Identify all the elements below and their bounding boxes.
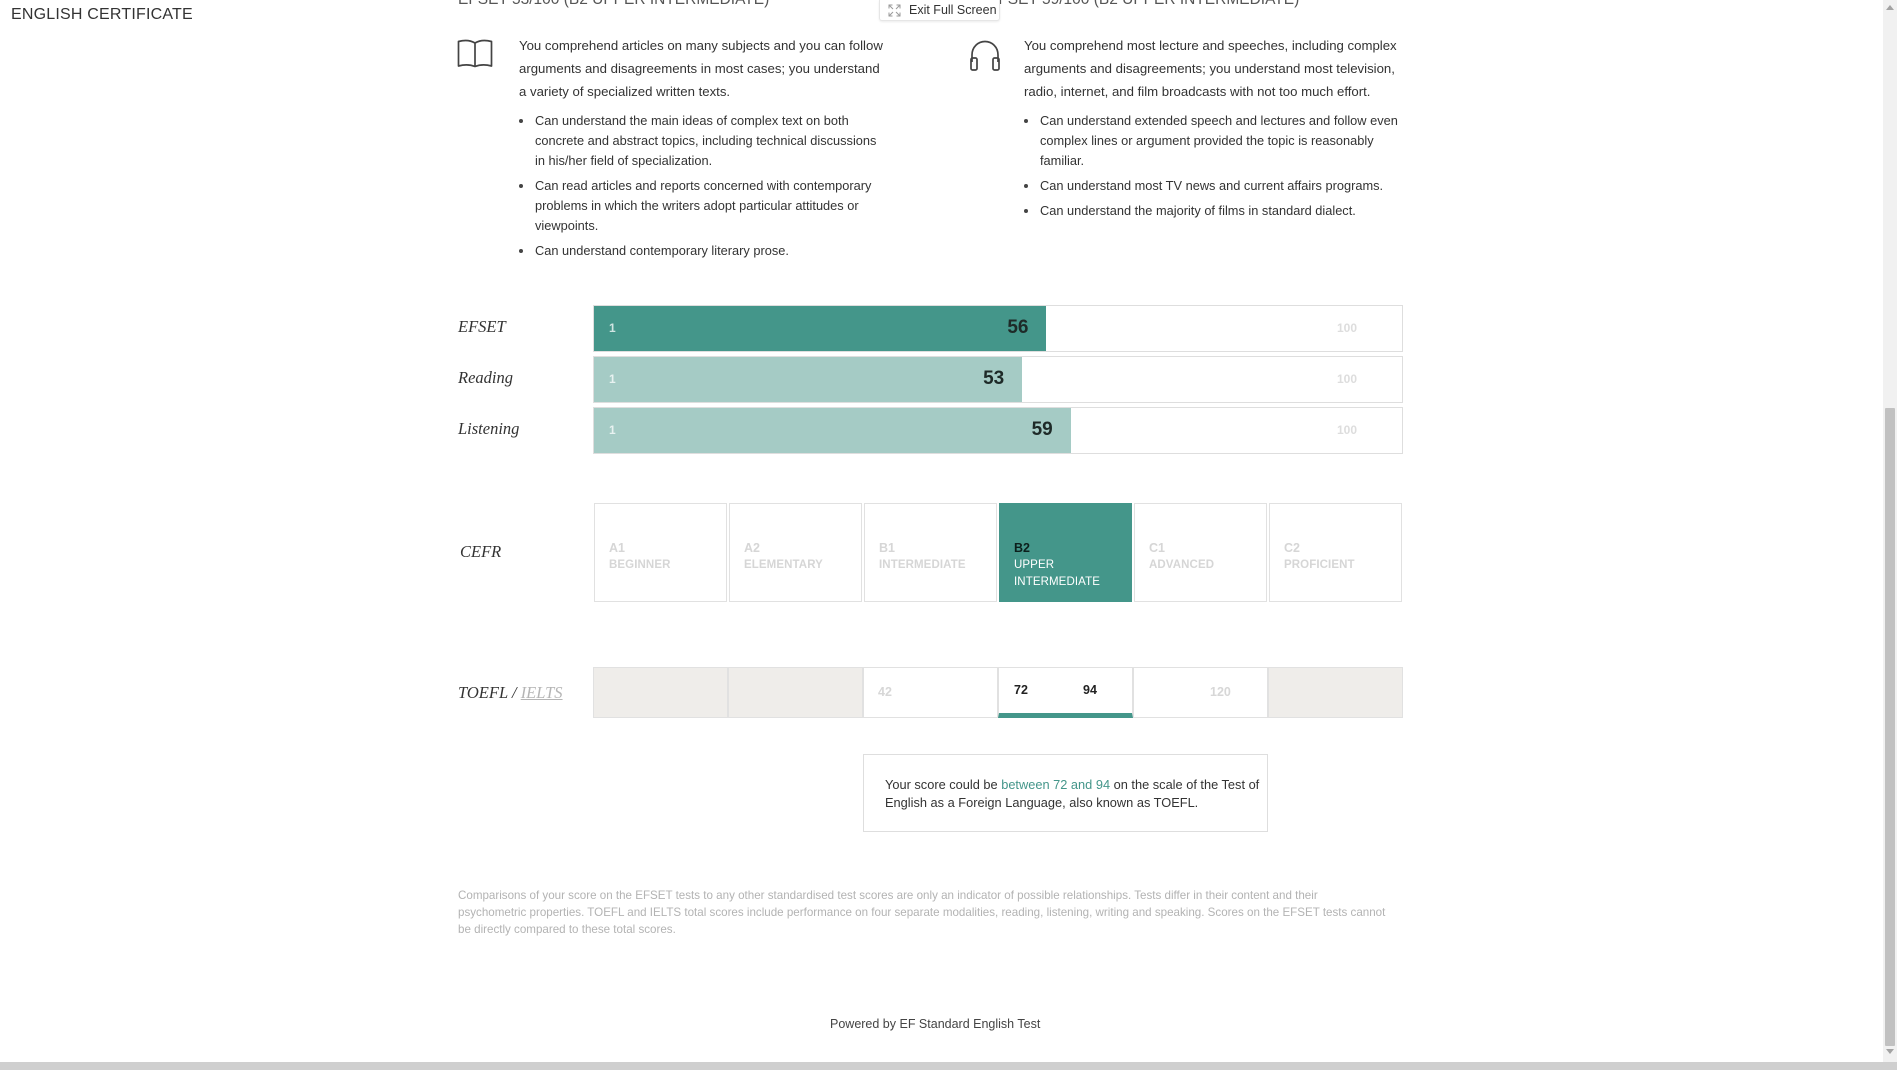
listening-label: Listening xyxy=(458,419,520,438)
cefr-level-c1: C1 ADVANCED xyxy=(1134,503,1267,602)
cefr-desc: ADVANCED xyxy=(1149,559,1215,571)
listening-score-bar: 1 59 100 xyxy=(593,407,1403,454)
toefl-ielts-label: TOEFL / IELTS xyxy=(458,683,563,703)
score-range-highlight: between 72 and 94 xyxy=(1001,777,1111,792)
certificate-title: ENGLISH CERTIFICATE xyxy=(11,6,193,23)
cefr-level-b1: B1 INTERMEDIATE xyxy=(864,503,997,602)
reading-can-do-list: Can understand the main ideas of complex… xyxy=(519,111,889,261)
exit-fullscreen-button[interactable]: Exit Full Screen xyxy=(879,0,1000,21)
bar-max-label: 100 xyxy=(1336,372,1357,386)
cefr-code: A1 xyxy=(609,541,625,555)
book-icon xyxy=(457,39,493,68)
list-item: Can understand contemporary literary pro… xyxy=(519,241,889,261)
scroll-thumb[interactable] xyxy=(1885,408,1895,1046)
bar-min-label: 1 xyxy=(609,372,616,386)
toefl-range-high: 94 xyxy=(1083,683,1097,697)
listening-intro: You comprehend most lecture and speeches… xyxy=(1024,38,1397,99)
efset-score-value: 56 xyxy=(1007,317,1029,338)
bar-min-label: 1 xyxy=(609,321,616,335)
scroll-down-arrow-icon[interactable] xyxy=(1886,1049,1894,1054)
reading-score-value: 53 xyxy=(983,368,1005,389)
efset-bar-fill: 1 56 xyxy=(594,306,1047,351)
reading-score-bar: 1 53 100 xyxy=(593,356,1403,403)
scroll-up-arrow-icon[interactable] xyxy=(1886,5,1894,10)
reading-description: You comprehend articles on many subjects… xyxy=(519,34,889,266)
horizontal-scrollbar[interactable] xyxy=(0,1062,1897,1070)
cefr-code: A2 xyxy=(744,541,760,555)
bar-max-label: 100 xyxy=(1336,321,1357,335)
listening-score-value: 59 xyxy=(1031,419,1053,440)
reading-intro: You comprehend articles on many subjects… xyxy=(519,38,883,99)
toefl-range-low: 72 xyxy=(1014,683,1028,697)
cefr-label: CEFR xyxy=(460,542,502,561)
cefr-code: B2 xyxy=(1014,541,1030,555)
vertical-scrollbar[interactable] xyxy=(1883,0,1897,1062)
list-item: Can read articles and reports concerned … xyxy=(519,176,889,236)
toefl-cell-active: 72 94 xyxy=(998,667,1133,718)
ielts-link[interactable]: IELTS xyxy=(521,683,563,702)
score-text-before: Your score could be xyxy=(885,777,1002,792)
toefl-scale-high: 120 xyxy=(1210,685,1231,699)
powered-by: Powered by EF Standard English Test xyxy=(830,1017,1041,1031)
toefl-cell xyxy=(1268,667,1403,718)
listening-description: You comprehend most lecture and speeches… xyxy=(1024,34,1416,226)
exit-fullscreen-label: Exit Full Screen xyxy=(909,3,997,17)
reading-bar-fill: 1 53 xyxy=(594,357,1023,402)
efset-score-bar: 1 56 100 xyxy=(593,305,1403,352)
cefr-code: B1 xyxy=(879,541,895,555)
cefr-code: C2 xyxy=(1284,541,1300,555)
list-item: Can understand extended speech and lectu… xyxy=(1024,111,1416,171)
comparison-disclaimer: Comparisons of your score on the EFSET t… xyxy=(458,889,1386,936)
cefr-level-c2: C2 PROFICIENT xyxy=(1269,503,1402,602)
toefl-cell: 42 xyxy=(863,667,998,718)
listening-bar-fill: 1 59 xyxy=(594,408,1071,453)
cefr-level-a2: A2 ELEMENTARY xyxy=(729,503,862,602)
headphones-icon xyxy=(970,40,1000,71)
list-item: Can understand the main ideas of complex… xyxy=(519,111,889,171)
list-item: Can understand the majority of films in … xyxy=(1024,201,1416,221)
toefl-cell: 120 xyxy=(1133,667,1268,718)
cefr-code: C1 xyxy=(1149,541,1165,555)
cefr-desc: UPPER INTERMEDIATE xyxy=(1014,559,1100,588)
reading-section-heading: EFSET 53/100 (B2 UPPER INTERMEDIATE) xyxy=(458,0,769,9)
bar-max-label: 100 xyxy=(1336,423,1357,437)
cefr-desc: BEGINNER xyxy=(609,559,671,571)
efset-label: EFSET xyxy=(458,317,506,336)
cefr-level-a1: A1 BEGINNER xyxy=(594,503,727,602)
toefl-label: TOEFL xyxy=(458,683,508,702)
list-item: Can understand most TV news and current … xyxy=(1024,176,1416,196)
toefl-cell xyxy=(593,667,728,718)
listening-can-do-list: Can understand extended speech and lectu… xyxy=(1024,111,1416,221)
listening-section-heading: EFSET 59/100 (B2 UPPER INTERMEDIATE) xyxy=(988,0,1299,9)
cefr-level-b2: B2 UPPER INTERMEDIATE xyxy=(999,503,1132,602)
toefl-score-explanation: Your score could be between 72 and 94 on… xyxy=(863,754,1268,832)
cefr-desc: PROFICIENT xyxy=(1284,559,1355,571)
bar-min-label: 1 xyxy=(609,423,616,437)
label-separator: / xyxy=(507,683,521,702)
exit-fullscreen-icon xyxy=(888,4,901,16)
toefl-cell xyxy=(728,667,863,718)
toefl-scale-low: 42 xyxy=(878,685,892,699)
cefr-desc: ELEMENTARY xyxy=(744,559,823,571)
reading-label: Reading xyxy=(458,368,513,387)
cefr-desc: INTERMEDIATE xyxy=(879,559,966,571)
